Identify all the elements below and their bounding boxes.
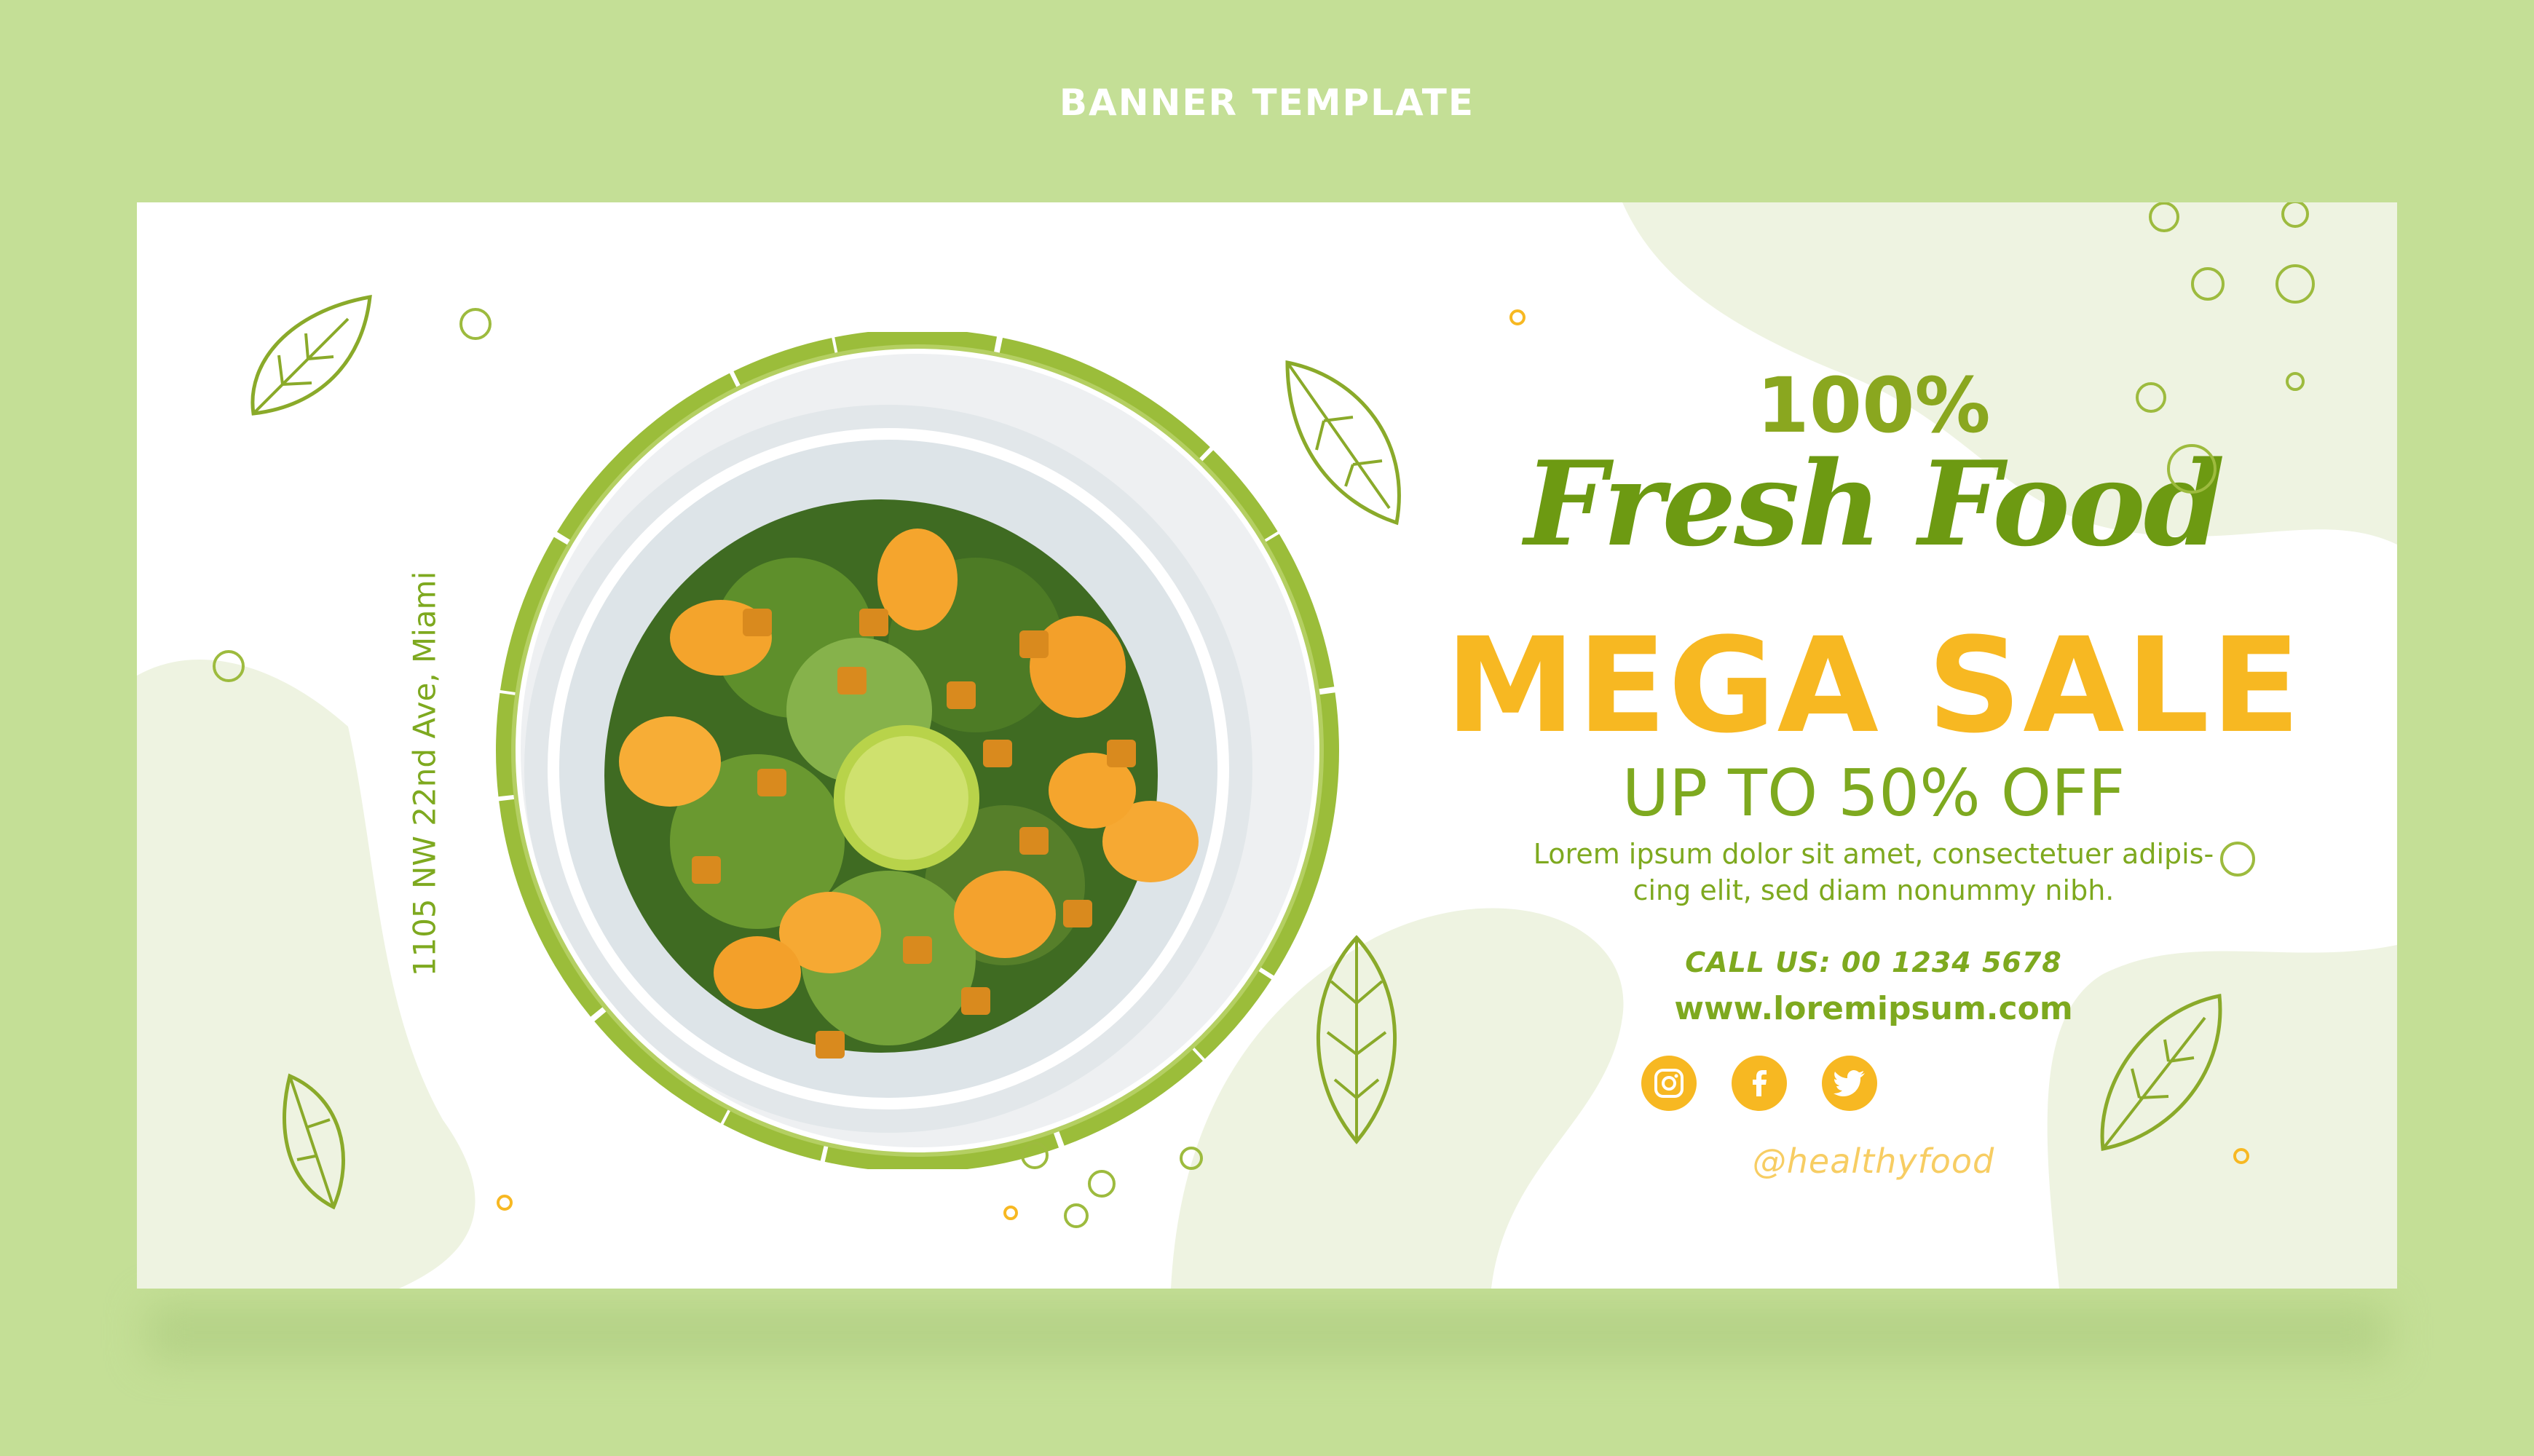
banner-shadow xyxy=(146,1303,2388,1361)
banner: 1105 NW 22nd Ave, Miami 100% Fresh Food … xyxy=(137,202,2397,1289)
page-heading: BANNER TEMPLATE xyxy=(1059,82,1475,124)
bubbles-decoration xyxy=(213,202,2315,1228)
